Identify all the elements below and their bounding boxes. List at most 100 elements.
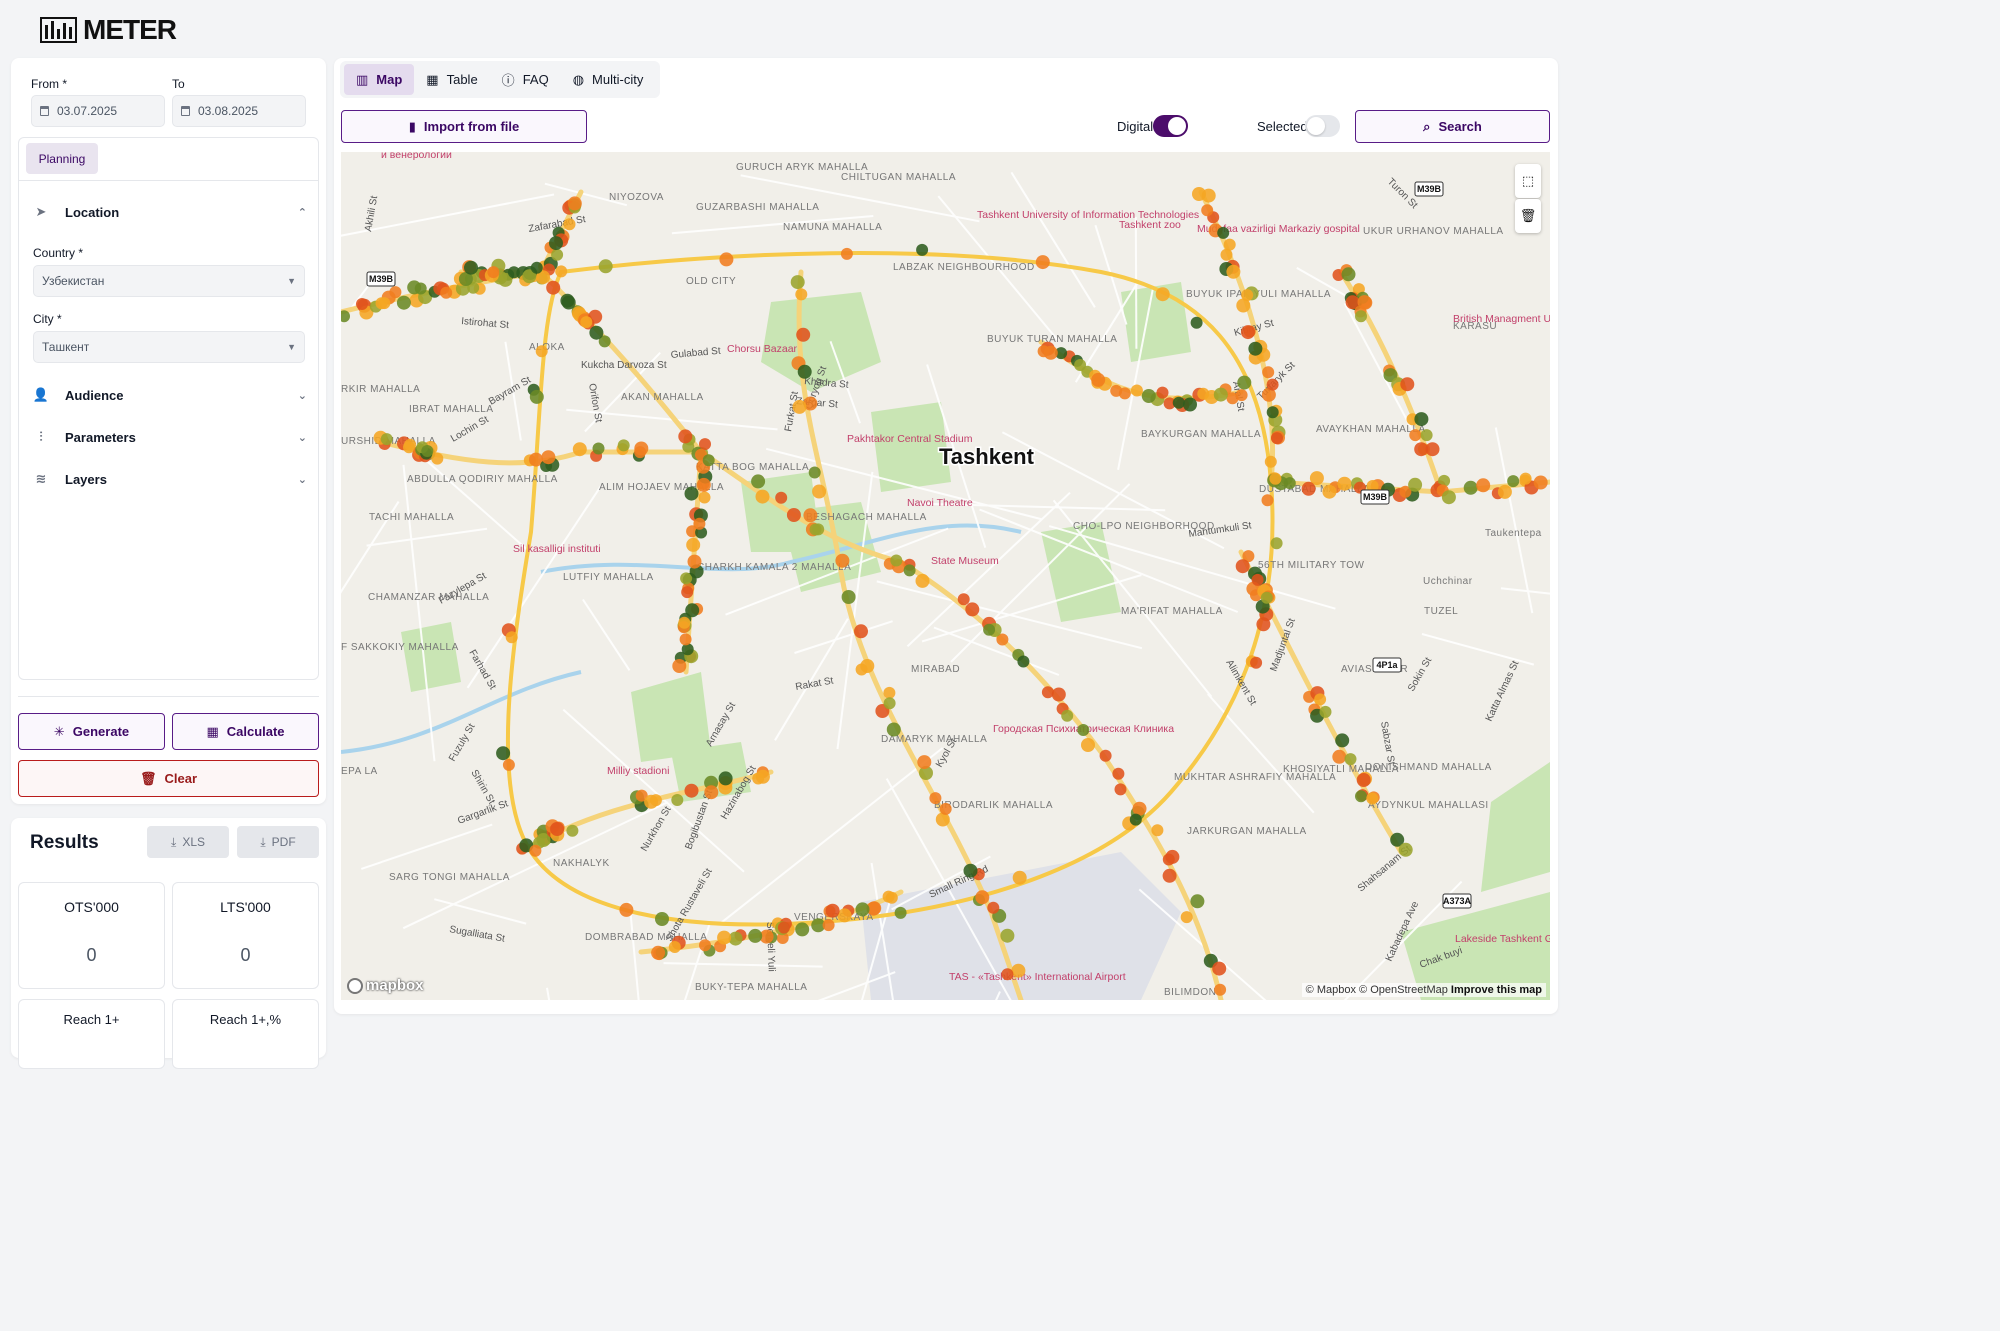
- billboard-marker[interactable]: [1262, 366, 1275, 379]
- billboard-marker[interactable]: [693, 517, 706, 530]
- billboard-marker[interactable]: [755, 489, 770, 504]
- billboard-marker[interactable]: [835, 553, 850, 568]
- billboard-marker[interactable]: [672, 659, 687, 673]
- billboard-marker[interactable]: [1414, 412, 1429, 427]
- billboard-marker[interactable]: [634, 441, 649, 456]
- billboard-marker[interactable]: [1213, 387, 1228, 402]
- attribution-mapbox[interactable]: © Mapbox: [1306, 984, 1356, 996]
- search-button[interactable]: ⌕ Search: [1355, 110, 1550, 143]
- billboard-marker[interactable]: [687, 554, 702, 569]
- map-view[interactable]: Zafarabad St Istirohat St Kukcha Darvoza S…: [341, 152, 1550, 1000]
- attribution-osm[interactable]: © OpenStreetMap: [1359, 984, 1448, 996]
- billboard-marker[interactable]: [1241, 289, 1254, 302]
- billboard-marker[interactable]: [1197, 387, 1210, 400]
- billboard-marker[interactable]: [1356, 773, 1371, 787]
- billboard-marker[interactable]: [619, 902, 634, 917]
- billboard-marker[interactable]: [617, 439, 630, 452]
- billboard-marker[interactable]: [1335, 733, 1350, 748]
- billboard-marker[interactable]: [975, 890, 990, 905]
- billboard-marker[interactable]: [890, 554, 903, 567]
- billboard-marker[interactable]: [1322, 484, 1337, 499]
- tab-map[interactable]: ▥ Map: [344, 64, 415, 95]
- billboard-marker[interactable]: [855, 902, 870, 917]
- digital-toggle[interactable]: [1153, 115, 1188, 137]
- billboard-marker[interactable]: [655, 912, 669, 926]
- billboard-marker[interactable]: [507, 266, 520, 279]
- billboard-marker[interactable]: [668, 941, 681, 953]
- calculate-button[interactable]: ▦ Calculate: [172, 713, 319, 750]
- tab-faq[interactable]: ⓘ FAQ: [490, 64, 561, 95]
- mapbox-logo[interactable]: mapbox: [347, 977, 424, 994]
- billboard-marker[interactable]: [1114, 783, 1127, 796]
- billboard-marker[interactable]: [1180, 911, 1193, 924]
- billboard-marker[interactable]: [795, 922, 810, 937]
- billboard-marker[interactable]: [963, 863, 978, 878]
- billboard-marker[interactable]: [1441, 490, 1456, 505]
- billboard-marker[interactable]: [795, 288, 808, 301]
- billboard-marker[interactable]: [903, 564, 916, 577]
- billboard-marker[interactable]: [1519, 472, 1532, 485]
- billboard-marker[interactable]: [529, 389, 544, 404]
- from-date-input[interactable]: 03.07.2025: [31, 95, 165, 127]
- billboard-marker[interactable]: [505, 631, 518, 644]
- billboard-marker[interactable]: [808, 466, 821, 479]
- improve-map-link[interactable]: Improve this map: [1451, 984, 1542, 996]
- tab-planning[interactable]: Planning: [26, 143, 98, 174]
- billboard-marker[interactable]: [678, 616, 691, 629]
- billboard-marker[interactable]: [1497, 484, 1512, 499]
- section-parameters[interactable]: ⫶ Parameters ⌄: [33, 425, 307, 449]
- billboard-marker[interactable]: [1357, 295, 1372, 310]
- billboard-marker[interactable]: [854, 624, 868, 639]
- billboard-marker[interactable]: [987, 901, 1000, 914]
- billboard-marker[interactable]: [421, 445, 434, 457]
- billboard-marker[interactable]: [775, 491, 788, 504]
- billboard-marker[interactable]: [1162, 853, 1175, 866]
- billboard-marker[interactable]: [1201, 188, 1216, 203]
- billboard-marker[interactable]: [496, 746, 511, 761]
- billboard-marker[interactable]: [1214, 983, 1227, 996]
- billboard-marker[interactable]: [702, 454, 715, 467]
- billboard-marker[interactable]: [1212, 961, 1227, 976]
- billboard-marker[interactable]: [1099, 749, 1112, 762]
- billboard-marker[interactable]: [777, 921, 790, 934]
- billboard-marker[interactable]: [529, 844, 542, 857]
- billboard-marker[interactable]: [1156, 386, 1169, 399]
- billboard-marker[interactable]: [1400, 377, 1415, 392]
- billboard-marker[interactable]: [699, 939, 711, 952]
- billboard-marker[interactable]: [1250, 656, 1263, 669]
- billboard-marker[interactable]: [487, 266, 500, 279]
- billboard-marker[interactable]: [1463, 480, 1478, 495]
- billboard-marker[interactable]: [1271, 432, 1283, 445]
- billboard-marker[interactable]: [1223, 238, 1236, 251]
- billboard-marker[interactable]: [1081, 738, 1095, 752]
- billboard-marker[interactable]: [1260, 591, 1273, 604]
- billboard-marker[interactable]: [1235, 389, 1248, 402]
- billboard-marker[interactable]: [1017, 655, 1030, 668]
- billboard-marker[interactable]: [860, 659, 875, 673]
- section-location[interactable]: ➤ Location ⌃: [33, 200, 307, 224]
- section-audience[interactable]: 👤 Audience ⌄: [33, 383, 307, 407]
- billboard-marker[interactable]: [1337, 476, 1352, 491]
- billboard-marker[interactable]: [681, 586, 694, 599]
- tab-table[interactable]: ▦ Table: [414, 64, 489, 95]
- billboard-marker[interactable]: [1130, 384, 1143, 397]
- billboard-marker[interactable]: [1132, 801, 1147, 816]
- billboard-marker[interactable]: [431, 452, 444, 465]
- billboard-marker[interactable]: [1332, 749, 1347, 764]
- billboard-marker[interactable]: [566, 824, 579, 837]
- billboard-marker[interactable]: [1256, 617, 1271, 632]
- delete-shape-button[interactable]: 🗑: [1515, 199, 1541, 233]
- billboard-marker[interactable]: [797, 364, 812, 379]
- billboard-marker[interactable]: [1476, 478, 1491, 493]
- billboard-marker[interactable]: [1226, 264, 1241, 279]
- billboard-marker[interactable]: [550, 822, 565, 836]
- billboard-marker[interactable]: [1264, 455, 1277, 468]
- billboard-marker[interactable]: [786, 508, 801, 522]
- export-pdf-button[interactable]: ⤓ PDF: [237, 826, 319, 858]
- billboard-marker[interactable]: [555, 265, 568, 278]
- draw-polygon-button[interactable]: ⬚: [1515, 164, 1541, 198]
- billboard-marker[interactable]: [1266, 378, 1279, 391]
- billboard-marker[interactable]: [1270, 537, 1283, 550]
- billboard-marker[interactable]: [580, 316, 593, 329]
- billboard-marker[interactable]: [1091, 372, 1106, 387]
